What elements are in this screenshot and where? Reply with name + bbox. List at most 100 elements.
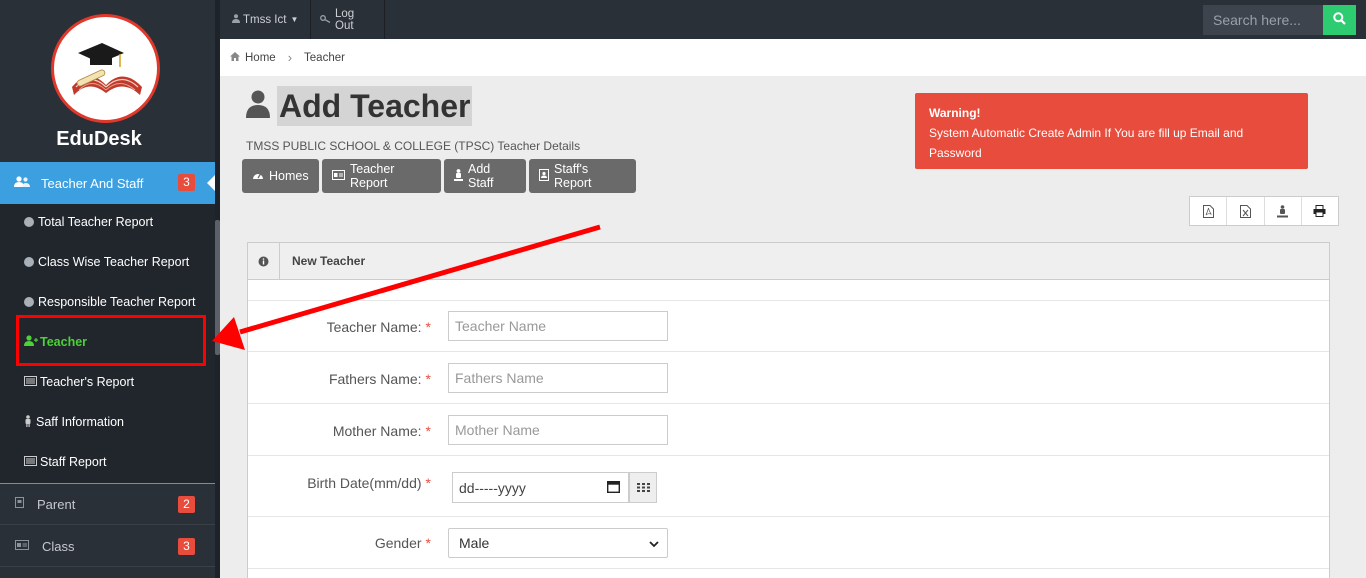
panel-title: New Teacher [292, 254, 366, 268]
panel-header: New Teacher [248, 242, 1329, 280]
label-text: Teacher Name: [326, 319, 422, 335]
submenu-total-teacher-report[interactable]: Total Teacher Report [24, 212, 153, 232]
user-name: Tmss Ict [243, 13, 287, 26]
date-value: dd-----yyyy [459, 479, 526, 496]
required-mark: * [425, 319, 431, 335]
button-label: Teacher Report [350, 162, 395, 190]
submenu-class-wise-teacher-report[interactable]: Class Wise Teacher Report [24, 252, 189, 272]
home-icon [230, 51, 240, 64]
divider [248, 455, 1329, 456]
teacher-name-label: Teacher Name: * [11, 319, 431, 335]
warning-message: System Automatic Create Admin If You are… [929, 126, 1244, 160]
info-icon [248, 242, 280, 280]
calendar-icon[interactable] [606, 480, 621, 496]
user-menu[interactable]: Tmss Ict ▼ [220, 0, 312, 39]
export-toolbar [1189, 196, 1339, 226]
teacher-name-input[interactable]: Teacher Name [448, 311, 668, 341]
count-badge: 3 [178, 174, 195, 191]
button-label: Add Staff [468, 162, 494, 190]
count-badge: 2 [178, 496, 195, 513]
mother-name-input[interactable]: Mother Name [448, 415, 668, 445]
staffs-report-button[interactable]: Staff's Report [529, 159, 636, 193]
gender-select[interactable]: Male [448, 528, 668, 558]
required-mark: * [425, 423, 431, 439]
logout-link[interactable]: Log Out [308, 0, 385, 39]
mother-name-label: Mother Name: * [11, 423, 431, 439]
fathers-name-label: Fathers Name: * [11, 371, 431, 387]
user-icon [246, 90, 270, 120]
label-text: Gender [374, 535, 422, 551]
users-icon [14, 175, 32, 191]
person-icon [454, 168, 463, 184]
homes-button[interactable]: Homes [242, 159, 319, 193]
topbar: Tmss Ict ▼ Log Out [220, 0, 1366, 39]
brand-name: EduDesk [56, 128, 142, 150]
circle-icon [24, 217, 34, 227]
submenu-label: Class Wise Teacher Report [38, 255, 190, 269]
breadcrumb: Home › Teacher [220, 39, 1366, 76]
label-text: Mother Name: [332, 423, 422, 439]
submenu-staff-report[interactable]: Staff Report [24, 452, 106, 472]
logout-label: Log Out [335, 7, 355, 32]
download-icon[interactable] [1265, 197, 1302, 225]
page-title: Add Teacher [277, 86, 473, 126]
sidebar-scrollbar[interactable] [215, 0, 220, 578]
page-subtitle: TMSS PUBLIC SCHOOL & COLLEGE (TPSC) Teac… [246, 139, 581, 153]
menu-label: Parent [37, 496, 76, 512]
birth-date-input[interactable]: dd-----yyyy [452, 472, 629, 503]
list-icon [24, 455, 38, 469]
menu-label: Teacher And Staff [41, 175, 144, 191]
warning-title: Warning! [929, 106, 981, 120]
key-icon [320, 14, 331, 26]
submenu-responsible-teacher-report[interactable]: Responsible Teacher Report [24, 292, 196, 312]
fathers-name-input[interactable]: Fathers Name [448, 363, 668, 393]
grid-icon [636, 481, 650, 495]
id-card-icon [332, 169, 345, 183]
breadcrumb-home[interactable]: Home [245, 52, 276, 64]
document-icon [539, 168, 549, 184]
school-logo[interactable] [51, 14, 160, 123]
search-button[interactable] [1323, 5, 1356, 35]
print-icon[interactable] [1302, 197, 1338, 225]
required-mark: * [425, 475, 431, 491]
divider [248, 568, 1329, 569]
document-icon [15, 497, 29, 511]
user-icon [232, 13, 240, 26]
dashboard-icon [252, 170, 264, 183]
warning-alert: Warning! System Automatic Create Admin I… [915, 93, 1308, 169]
label-text: Fathers Name: [328, 371, 422, 387]
button-label: Homes [269, 169, 309, 183]
teacher-report-button[interactable]: Teacher Report [322, 159, 441, 193]
gender-label: Gender * [11, 535, 431, 551]
submenu-label: Total Teacher Report [38, 215, 154, 229]
pdf-icon[interactable] [1190, 197, 1228, 225]
button-label: Staff's Report [554, 162, 592, 190]
circle-icon [24, 297, 34, 307]
action-buttons: Homes Teacher Report Add Staff Staff's R… [242, 159, 636, 193]
calendar-grid-button[interactable] [629, 472, 657, 503]
circle-icon [24, 257, 34, 267]
menu-teacher-and-staff[interactable]: Teacher And Staff 3 [0, 162, 215, 204]
breadcrumb-current: Teacher [304, 51, 345, 64]
caret-down-icon: ▼ [290, 15, 299, 24]
submenu-label: Staff Report [40, 455, 107, 469]
divider [248, 300, 1329, 301]
chevron-down-icon [649, 535, 659, 551]
new-teacher-panel: New Teacher Teacher Name: * Teacher Name … [247, 242, 1330, 578]
chevron-right-icon: › [287, 50, 293, 65]
birth-date-label: Birth Date(mm/dd) * [11, 475, 431, 491]
divider [248, 403, 1329, 404]
active-caret [207, 175, 215, 191]
sidebar: EduDesk Teacher And Staff 3 Total Teache… [0, 0, 215, 578]
divider [248, 351, 1329, 352]
excel-icon[interactable] [1227, 197, 1265, 225]
submenu-label: Responsible Teacher Report [38, 295, 196, 309]
select-value: Male [459, 535, 490, 551]
required-mark: * [425, 371, 431, 387]
required-mark: * [425, 535, 431, 551]
label-text: Birth Date(mm/dd) [307, 475, 422, 491]
divider [248, 516, 1329, 517]
add-staff-button[interactable]: Add Staff [444, 159, 526, 193]
search-icon [1333, 12, 1346, 28]
search-input[interactable] [1203, 5, 1323, 35]
